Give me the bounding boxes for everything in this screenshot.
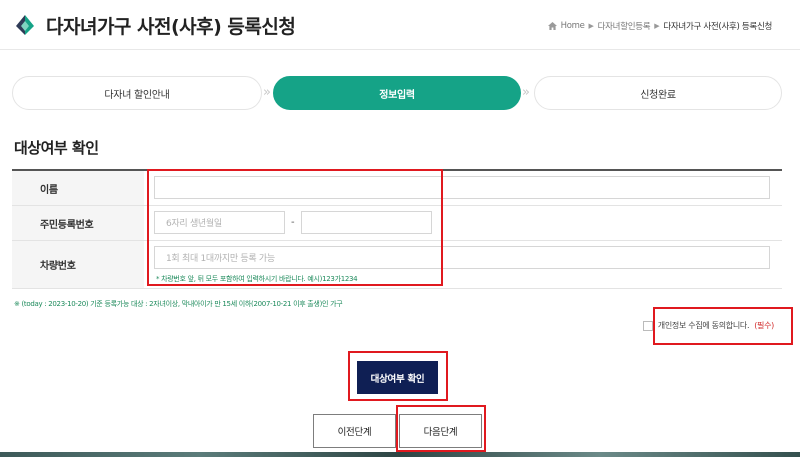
- rrn-label: 주민등록번호: [12, 206, 144, 240]
- check-eligibility-button[interactable]: 대상여부 확인: [357, 361, 438, 394]
- consent-label: 개인정보 수집에 동의합니다.: [657, 321, 750, 330]
- car-number-hint: * 차량번호 앞, 뒤 모두 포함하여 입력하시기 바랍니다. 예시)123가1…: [156, 275, 358, 283]
- step-info-input: 정보입력: [273, 76, 521, 110]
- consent-checkbox-row[interactable]: 개인정보 수집에 동의합니다. (필수): [642, 320, 774, 331]
- breadcrumb: Home ▶ 다자녀할인등록 ▶ 다자녀가구 사전(사후) 등록신청: [547, 20, 772, 32]
- form-row-rrn: 주민등록번호 6자리 생년월일 -: [12, 206, 782, 241]
- step-chevron-icon: »: [263, 85, 271, 100]
- rrn-front-input[interactable]: 6자리 생년월일: [154, 211, 285, 234]
- form-row-car: 차량번호 1회 최대 1대까지만 등록 가능 * 차량번호 앞, 뒤 모두 포함…: [12, 241, 782, 289]
- name-label: 이름: [12, 171, 144, 205]
- section-title: 대상여부 확인: [14, 139, 99, 157]
- eligibility-form: 이름 주민등록번호 6자리 생년월일 - 차량번호 1회 최대 1대까지만 등록…: [12, 169, 782, 289]
- consent-required-label: (필수): [754, 321, 774, 330]
- step-chevron-icon: »: [522, 85, 530, 100]
- consent-checkbox[interactable]: [642, 320, 653, 331]
- form-row-name: 이름: [12, 171, 782, 206]
- footer-image-strip: [0, 452, 800, 457]
- page-header: 다자녀가구 사전(사후) 등록신청 Home ▶ 다자녀할인등록 ▶ 다자녀가구…: [0, 0, 800, 50]
- car-label: 차량번호: [12, 241, 144, 288]
- breadcrumb-separator-icon: ▶: [588, 22, 594, 30]
- car-number-input[interactable]: 1회 최대 1대까지만 등록 가능: [154, 246, 770, 269]
- name-input[interactable]: [154, 176, 770, 199]
- rrn-separator: -: [291, 217, 295, 228]
- next-step-button[interactable]: 다음단계: [399, 414, 482, 448]
- logo-icon: [16, 15, 34, 35]
- step-complete: 신청완료: [534, 76, 782, 110]
- rrn-back-input[interactable]: [301, 211, 432, 234]
- breadcrumb-current: 다자녀가구 사전(사후) 등록신청: [663, 22, 772, 32]
- step-discount-info: 다자녀 할인안내: [12, 76, 262, 110]
- breadcrumb-home[interactable]: Home: [561, 21, 585, 31]
- page-title: 다자녀가구 사전(사후) 등록신청: [46, 16, 296, 38]
- prev-step-button[interactable]: 이전단계: [313, 414, 396, 448]
- breadcrumb-category[interactable]: 다자녀할인등록: [598, 20, 651, 32]
- eligibility-note: ※ (today : 2023-10-20) 기준 등록가능 대상 : 2자녀이…: [14, 300, 343, 308]
- progress-steps: 다자녀 할인안내 » 정보입력 » 신청완료: [12, 76, 782, 110]
- home-icon: [547, 22, 557, 30]
- breadcrumb-separator-icon: ▶: [654, 22, 660, 30]
